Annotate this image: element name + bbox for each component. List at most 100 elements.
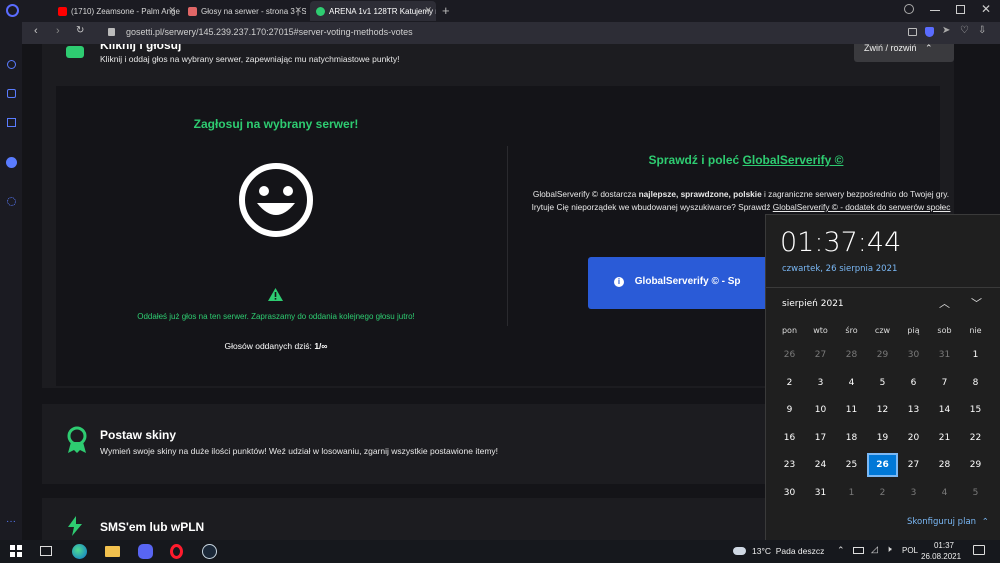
vpn-shield-icon[interactable]	[925, 27, 934, 37]
edge-icon[interactable]	[72, 544, 87, 559]
calendar-day[interactable]: 30	[774, 481, 805, 505]
calendar-day[interactable]: 2	[867, 481, 898, 505]
calendar-day[interactable]: 2	[774, 371, 805, 395]
month-label[interactable]: sierpień 2021	[782, 299, 844, 309]
bag-icon[interactable]	[7, 89, 16, 98]
vote-heading: Zagłosuj na wybrany serwer!	[193, 117, 359, 131]
close-tab-icon[interactable]: ✕	[168, 5, 176, 16]
battery-icon[interactable]	[853, 547, 864, 554]
calendar-day[interactable]: 1	[836, 481, 867, 505]
calendar-day[interactable]: 3	[898, 481, 929, 505]
calendar-day[interactable]: 16	[774, 426, 805, 450]
calendar-day[interactable]: 4	[836, 371, 867, 395]
steam-icon[interactable]	[202, 544, 217, 559]
close-window-button[interactable]: ✕	[981, 2, 991, 16]
back-icon[interactable]: ‹	[34, 25, 38, 37]
calendar-day[interactable]: 13	[898, 398, 929, 422]
calendar-day-today[interactable]: 26	[867, 453, 898, 478]
calendar-day[interactable]: 20	[898, 426, 929, 450]
collapse-button[interactable]: Zwiń / rozwiń ⌃	[854, 44, 954, 62]
calendar-day[interactable]: 1	[960, 343, 991, 367]
calendar-day[interactable]: 29	[867, 343, 898, 367]
calendar-day[interactable]: 22	[960, 426, 991, 450]
notifications-icon[interactable]	[973, 545, 985, 555]
windows-start-icon[interactable]	[10, 545, 22, 557]
heart-icon[interactable]: ♡	[960, 25, 969, 36]
opera-logo-icon[interactable]	[6, 4, 19, 17]
calendar-day[interactable]: 31	[805, 481, 836, 505]
settings-icon[interactable]	[7, 197, 16, 206]
discord-icon[interactable]	[138, 544, 153, 559]
calendar-day[interactable]: 8	[960, 371, 991, 395]
calendar-day[interactable]: 19	[867, 426, 898, 450]
calendar-day[interactable]: 12	[867, 398, 898, 422]
calendar-day[interactable]: 31	[929, 343, 960, 367]
calendar-day[interactable]: 9	[774, 398, 805, 422]
calendar-day[interactable]: 25	[836, 453, 867, 477]
calendar-day[interactable]: 18	[836, 426, 867, 450]
calendar-day[interactable]: 5	[867, 371, 898, 395]
minimize-window-button[interactable]	[930, 10, 940, 11]
messenger-icon[interactable]	[6, 157, 17, 168]
reload-icon[interactable]: ↻	[76, 25, 84, 36]
network-icon[interactable]: ◿	[871, 544, 878, 555]
date-long[interactable]: czwartek, 26 sierpnia 2021	[782, 264, 897, 274]
task-view-icon[interactable]	[40, 546, 52, 556]
tab-youtube[interactable]: (1710) Zeamsone - Palm Angels (Of ✕	[52, 1, 180, 21]
camera-icon[interactable]	[908, 28, 917, 36]
calendar-day[interactable]: 27	[805, 343, 836, 367]
more-options-icon[interactable]: ···	[6, 516, 16, 527]
close-tab-icon[interactable]: ✕	[294, 5, 302, 16]
download-icon[interactable]: ⇩	[978, 25, 986, 36]
show-hidden-icons[interactable]: ⌃	[837, 545, 845, 556]
url-field[interactable]: gosetti.pl/serwery/145.239.237.170:27015…	[126, 27, 413, 37]
tab-arena[interactable]: ARENA 1v1 128TR Katujemy ro ✕	[310, 1, 436, 21]
forward-icon[interactable]: ›	[56, 25, 60, 37]
calendar-day[interactable]: 11	[836, 398, 867, 422]
calendar-day[interactable]: 5	[960, 481, 991, 505]
recommend-bold: najlepsze, sprawdzone, polskie	[638, 189, 762, 199]
calendar-day[interactable]: 7	[929, 371, 960, 395]
recommend-text-1: GlobalServerify © dostarcza	[532, 189, 637, 199]
new-tab-button[interactable]: +	[442, 3, 450, 18]
calendar-day[interactable]: 23	[774, 453, 805, 477]
tab-votes[interactable]: Głosy na serwer - strona 3 | Serwer ✕	[182, 1, 306, 21]
calendar-day[interactable]: 27	[898, 453, 929, 477]
configure-plan-link[interactable]: Skonfiguruj plan ⌃	[907, 517, 989, 527]
file-explorer-icon[interactable]	[105, 546, 120, 557]
calendar-day[interactable]: 4	[929, 481, 960, 505]
globalserverify-link[interactable]: GlobalServerify ©	[743, 153, 844, 167]
vote-section-icon	[66, 46, 84, 58]
send-icon[interactable]: ➤	[942, 25, 950, 36]
calendar-day[interactable]: 17	[805, 426, 836, 450]
calendar-day[interactable]: 26	[774, 343, 805, 367]
weather-icon[interactable]	[733, 547, 746, 555]
language-indicator[interactable]: POL	[902, 546, 918, 555]
volume-icon[interactable]: 🕨	[886, 544, 892, 555]
speed-dial-icon[interactable]	[7, 60, 16, 69]
taskbar-clock-date[interactable]: 26.08.2021	[921, 552, 961, 561]
previous-month-icon[interactable]: ︿	[939, 295, 950, 311]
calendar-day[interactable]: 29	[960, 453, 991, 477]
calendar-day[interactable]: 24	[805, 453, 836, 477]
calendar-day[interactable]: 3	[805, 371, 836, 395]
calendar-day[interactable]: 21	[929, 426, 960, 450]
browser-tab-bar: (1710) Zeamsone - Palm Angels (Of ✕ Głos…	[0, 0, 1000, 22]
taskbar-clock-time[interactable]: 01:37	[929, 541, 959, 550]
restore-window-button[interactable]	[956, 5, 965, 14]
calendar-day[interactable]: 28	[836, 343, 867, 367]
globalserverify-addon-link[interactable]: GlobalServerify © - dodatek do serwerów …	[773, 202, 951, 212]
weather-text[interactable]: 13°C Pada deszcz	[752, 546, 824, 556]
search-tabs-icon[interactable]	[904, 4, 914, 14]
calendar-day[interactable]: 6	[898, 371, 929, 395]
calendar-day[interactable]: 14	[929, 398, 960, 422]
next-month-icon[interactable]: ﹀	[971, 295, 982, 311]
calendar-day[interactable]: 10	[805, 398, 836, 422]
twitch-icon[interactable]	[7, 118, 16, 127]
calendar-day[interactable]: 30	[898, 343, 929, 367]
calendar-day[interactable]: 15	[960, 398, 991, 422]
recommend-description: GlobalServerify © dostarcza najlepsze, s…	[531, 188, 951, 214]
close-tab-icon[interactable]: ✕	[424, 5, 432, 16]
calendar-day[interactable]: 28	[929, 453, 960, 477]
opera-icon[interactable]	[170, 544, 183, 559]
